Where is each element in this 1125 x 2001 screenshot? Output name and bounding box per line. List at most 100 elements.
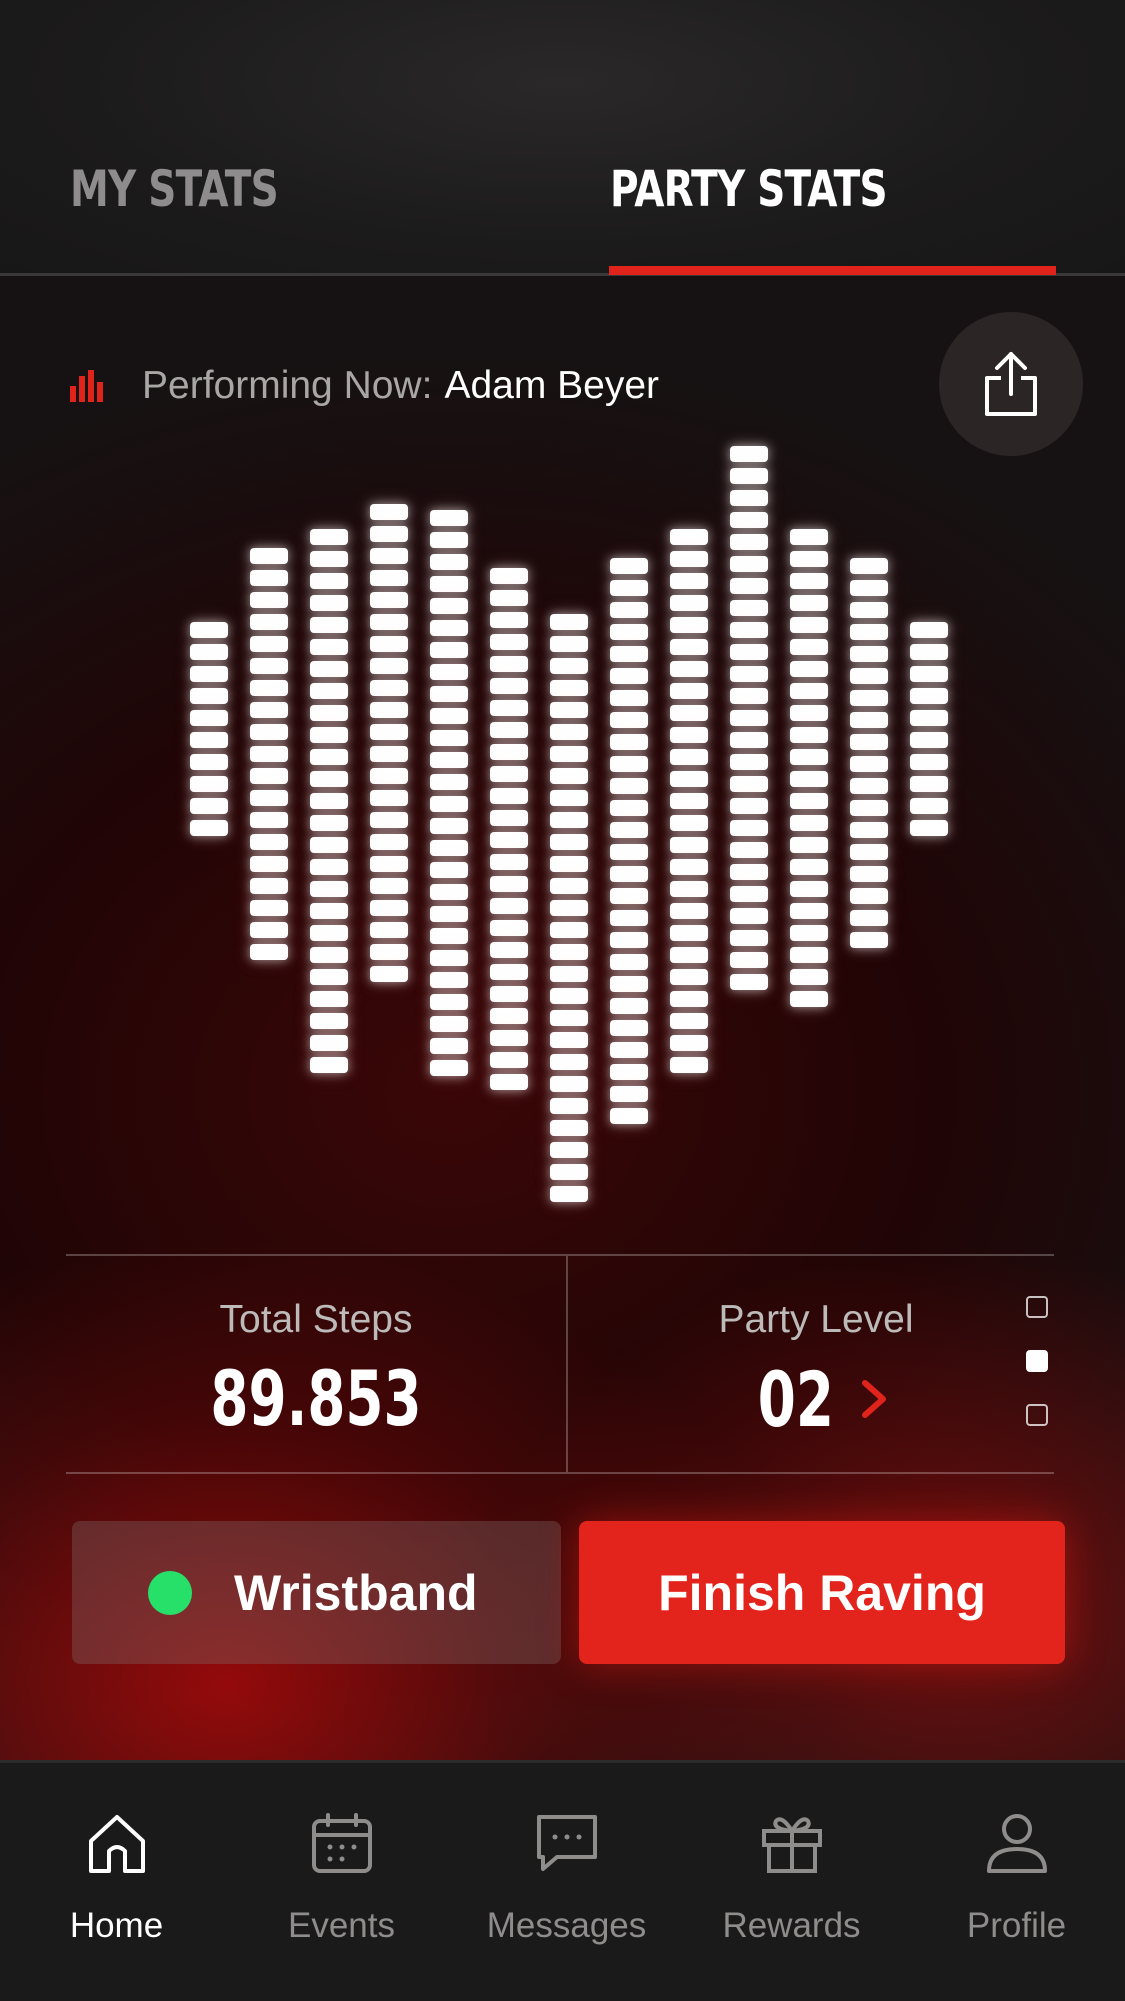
visualizer-segment (550, 1164, 588, 1180)
chevron-right-icon (861, 1380, 886, 1418)
nav-events[interactable]: Events (229, 1763, 454, 2001)
visualizer-segment (670, 529, 708, 545)
finish-raving-label: Finish Raving (658, 1564, 986, 1621)
visualizer-segment (310, 1057, 348, 1073)
visualizer-segment (550, 834, 588, 850)
visualizer-segment (310, 617, 348, 633)
total-steps-value: 89.853 (210, 1354, 422, 1443)
visualizer-segment (730, 886, 768, 902)
visualizer-segment (610, 844, 648, 860)
visualizer-segment (610, 690, 648, 706)
tab-party-stats[interactable]: PARTY STATS (610, 160, 888, 218)
visualizer-segment (430, 862, 468, 878)
visualizer-segment (670, 683, 708, 699)
finish-raving-button[interactable]: Finish Raving (579, 1521, 1065, 1664)
visualizer-segment (370, 702, 408, 718)
visualizer-segment (790, 793, 828, 809)
visualizer-segment (850, 558, 888, 574)
active-tab-indicator (609, 266, 1056, 275)
visualizer-segment (550, 636, 588, 652)
visualizer-segment (790, 903, 828, 919)
page-dot-active[interactable] (1026, 1350, 1048, 1372)
party-stats-panel: Performing Now: Adam Beyer Total Steps 8… (0, 276, 1125, 1760)
visualizer-segment (550, 812, 588, 828)
visualizer-segment (790, 661, 828, 677)
wristband-button[interactable]: Wristband (72, 1521, 561, 1664)
visualizer-segment (310, 969, 348, 985)
nav-profile-label: Profile (966, 1906, 1067, 1945)
visualizer-segment (610, 998, 648, 1014)
page-dot[interactable] (1026, 1296, 1048, 1318)
visualizer-segment (790, 837, 828, 853)
visualizer-segment (490, 920, 528, 936)
visualizer-segment (610, 910, 648, 926)
visualizer-segment (250, 856, 288, 872)
visualizer-segment (190, 622, 228, 638)
page-dot[interactable] (1026, 1404, 1048, 1426)
nav-profile[interactable]: Profile (904, 1763, 1125, 2001)
visualizer-segment (370, 658, 408, 674)
nav-messages-label: Messages (486, 1906, 647, 1945)
visualizer-segment (790, 683, 828, 699)
visualizer-segment (430, 840, 468, 856)
visualizer-segment (310, 903, 348, 919)
visualizer-segment (910, 622, 948, 638)
visualizer-segment (730, 622, 768, 638)
visualizer-segment (850, 866, 888, 882)
visualizer-segment (490, 788, 528, 804)
visualizer-segment (190, 666, 228, 682)
visualizer-segment (190, 688, 228, 704)
visualizer-segment (850, 844, 888, 860)
visualizer-segment (250, 878, 288, 894)
nav-messages[interactable]: Messages (454, 1763, 679, 2001)
visualizer-segment (430, 620, 468, 636)
profile-icon (986, 1814, 1047, 1873)
visualizer-segment (430, 554, 468, 570)
visualizer-segment (310, 881, 348, 897)
visualizer-segment (430, 884, 468, 900)
visualizer-segment (670, 1035, 708, 1051)
visualizer-segment (430, 1060, 468, 1076)
visualizer-segment (550, 1010, 588, 1026)
nav-home[interactable]: Home (4, 1763, 229, 2001)
visualizer-segment (430, 972, 468, 988)
visualizer-segment (190, 776, 228, 792)
visualizer-segment (550, 944, 588, 960)
visualizer-segment (490, 942, 528, 958)
visualizer-segment (730, 688, 768, 704)
gift-icon (761, 1817, 822, 1873)
wristband-label: Wristband (234, 1564, 478, 1621)
visualizer-segment (490, 810, 528, 826)
visualizer-segment (550, 746, 588, 762)
visualizer-segment (610, 778, 648, 794)
visualizer-segment (550, 1098, 588, 1114)
visualizer-segment (430, 906, 468, 922)
visualizer-segment (670, 617, 708, 633)
visualizer-segment (430, 642, 468, 658)
visualizer-segment (730, 666, 768, 682)
party-level-link[interactable]: 02 (566, 1354, 1066, 1444)
visualizer-segment (610, 1064, 648, 1080)
visualizer-segment (730, 930, 768, 946)
visualizer-segment (490, 986, 528, 1002)
visualizer-segment (790, 815, 828, 831)
visualizer-segment (430, 576, 468, 592)
visualizer-segment (250, 636, 288, 652)
party-level-value: 02 (757, 1354, 835, 1444)
visualizer-segment (730, 974, 768, 990)
visualizer-segment (550, 658, 588, 674)
visualizer-segment (670, 947, 708, 963)
visualizer-segment (550, 702, 588, 718)
visualizer-segment (430, 1016, 468, 1032)
bottom-nav: Home Events Messages Rewards Profile (0, 1760, 1125, 2001)
nav-rewards[interactable]: Rewards (679, 1763, 904, 2001)
visualizer-segment (490, 1030, 528, 1046)
visualizer-segment (730, 754, 768, 770)
visualizer-segment (430, 1038, 468, 1054)
visualizer-segment (730, 710, 768, 726)
tab-my-stats[interactable]: MY STATS (70, 160, 279, 218)
visualizer-segment (550, 1054, 588, 1070)
visualizer-segment (730, 864, 768, 880)
total-steps-label: Total Steps (219, 1298, 413, 1341)
visualizer-segment (310, 991, 348, 1007)
